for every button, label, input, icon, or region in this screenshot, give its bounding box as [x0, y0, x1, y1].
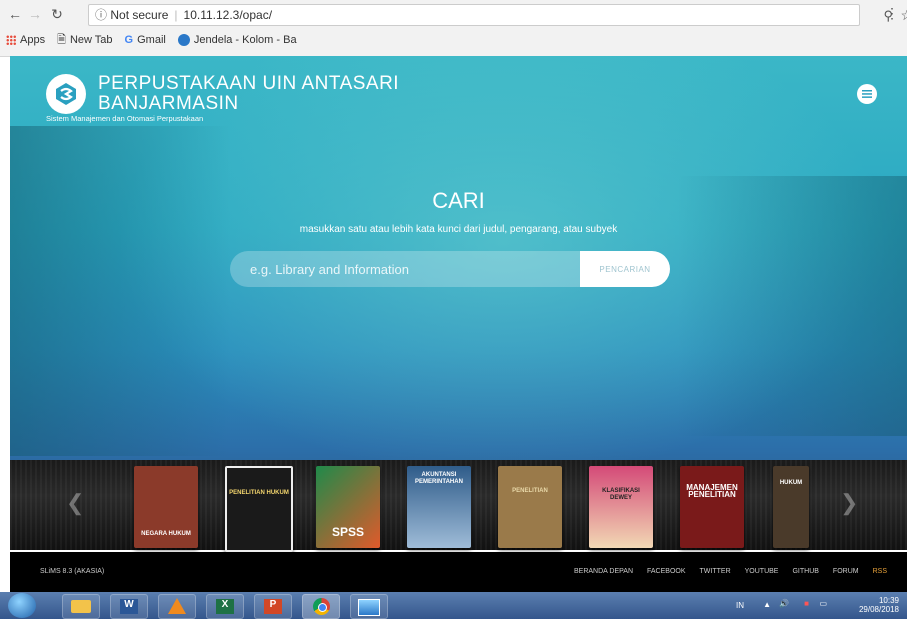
clock-date[interactable]: 29/08/2018 [859, 605, 899, 614]
book-cover[interactable]: PENELITIAN HUKUM [225, 466, 293, 552]
search-button[interactable]: PENCARIAN [580, 251, 670, 287]
show-hidden-icons[interactable]: ▲ [763, 600, 771, 609]
star-icon[interactable]: ☆ [900, 5, 907, 25]
bookmark-apps[interactable]: Apps [6, 34, 45, 46]
footer-link-home[interactable]: BERANDA DEPAN [574, 568, 633, 575]
google-icon: G [124, 34, 134, 46]
network-icon[interactable]: ■ [804, 599, 809, 608]
system-tray: IN ▲ 🔊 ■ ▭ 10:39 29/08/2018 [736, 596, 899, 614]
page-icon: 🗎 [57, 33, 66, 46]
site-title-line1: PERPUSTAKAAN UIN ANTASARI [98, 73, 400, 94]
site-title-line2: BANJARMASIN [98, 93, 239, 114]
globe-icon [177, 34, 190, 46]
carousel-prev-icon[interactable]: ❮ [66, 490, 84, 516]
book-cover[interactable]: NEGARA HUKUM [134, 466, 198, 548]
library-logo-icon [46, 74, 86, 114]
chrome-taskbar-icon[interactable] [302, 594, 340, 619]
browser-chrome: ← → ↻ ⓘ Not secure | 10.11.12.3/opac/ ⚲ ☆ … [0, 0, 907, 57]
excel-taskbar-icon[interactable]: X [206, 594, 244, 619]
search-input[interactable] [230, 251, 580, 287]
site-footer: SLiMS 8.3 (AKASIA) BERANDA DEPAN FACEBOO… [10, 552, 907, 592]
book-carousel: ❮ NEGARA HUKUM PENELITIAN HUKUM SPSS AKU… [10, 460, 907, 552]
back-icon[interactable]: ← [6, 5, 24, 23]
url-text[interactable]: 10.11.12.3/opac/ [184, 8, 273, 22]
volume-icon[interactable]: 🔊 [779, 599, 789, 608]
action-center-icon[interactable]: ▭ [819, 599, 827, 608]
menu-kebab-icon[interactable]: ⋮ [885, 5, 899, 22]
carousel-next-icon[interactable]: ❯ [840, 490, 858, 516]
vlc-taskbar-icon[interactable] [158, 594, 196, 619]
footer-link-twitter[interactable]: TWITTER [700, 568, 731, 575]
book-cover[interactable]: AKUNTANSI PEMERINTAHAN [407, 466, 471, 548]
powerpoint-taskbar-icon[interactable]: P [254, 594, 292, 619]
footer-links: BERANDA DEPAN FACEBOOK TWITTER YOUTUBE G… [574, 568, 887, 575]
start-button-icon[interactable] [8, 593, 36, 618]
bookmark-label: Jendela - Kolom - Ba [193, 34, 297, 46]
info-icon[interactable]: ⓘ [89, 8, 107, 22]
windows-taskbar: W X P IN ▲ 🔊 ■ ▭ 10:39 29/08/2018 [0, 592, 907, 619]
book-cover[interactable]: MANAJEMEN PENELITIAN [680, 466, 744, 548]
site-tagline: Sistem Manajemen dan Otomasi Perpustakaa… [46, 114, 204, 123]
clock-time[interactable]: 10:39 [859, 596, 899, 605]
bookmarks-bar: Apps 🗎 New Tab G Gmail Jendela - Kolom - B… [6, 30, 297, 50]
footer-link-github[interactable]: GITHUB [792, 568, 818, 575]
footer-link-facebook[interactable]: FACEBOOK [647, 568, 686, 575]
bookmark-label: New Tab [69, 34, 113, 46]
photos-taskbar-icon[interactable] [350, 594, 388, 619]
background-trees [677, 176, 907, 436]
explorer-taskbar-icon[interactable] [62, 594, 100, 619]
forward-icon[interactable]: → [26, 5, 44, 23]
slims-version: SLiMS 8.3 (AKASIA) [40, 568, 105, 575]
language-indicator[interactable]: IN [736, 601, 744, 610]
footer-link-rss[interactable]: RSS [873, 568, 887, 575]
hamburger-icon [862, 90, 872, 98]
book-cover[interactable]: SPSS [316, 466, 380, 548]
footer-link-youtube[interactable]: YOUTUBE [745, 568, 779, 575]
address-bar[interactable]: ⓘ Not secure | 10.11.12.3/opac/ ⚲ ☆ [88, 4, 907, 26]
hamburger-menu-button[interactable] [857, 84, 877, 104]
bookmark-label: Gmail [137, 34, 166, 46]
book-cover[interactable]: KLASIFIKASI DEWEY [589, 466, 653, 548]
bookmark-jendela[interactable]: Jendela - Kolom - Ba [177, 34, 297, 46]
word-taskbar-icon[interactable]: W [110, 594, 148, 619]
reload-icon[interactable]: ↻ [48, 5, 66, 23]
search-hint: masukkan satu atau lebih kata kunci dari… [299, 224, 618, 235]
search-form: PENCARIAN [230, 251, 670, 287]
footer-link-forum[interactable]: FORUM [833, 568, 859, 575]
security-label: Not secure [110, 8, 169, 22]
book-cover[interactable]: HUKUM [773, 466, 809, 548]
site-brand[interactable]: PERPUSTAKAAN UIN ANTASARI BANJARMASIN [46, 74, 399, 114]
background-trees [10, 126, 230, 456]
apps-icon [6, 35, 16, 45]
bookmark-gmail[interactable]: G Gmail [125, 34, 166, 46]
bookmark-label: Apps [20, 34, 46, 46]
book-cover[interactable]: PENELITIAN [498, 466, 562, 548]
bookmark-new-tab[interactable]: 🗎 New Tab [57, 31, 112, 50]
search-heading: CARI [432, 188, 485, 213]
